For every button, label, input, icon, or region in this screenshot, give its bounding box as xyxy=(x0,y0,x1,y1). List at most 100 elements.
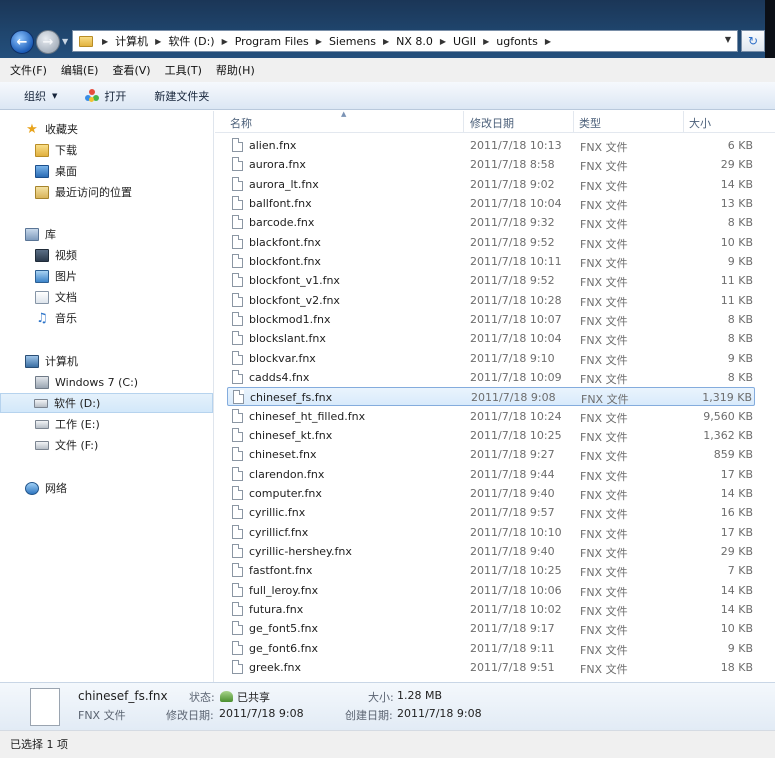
file-row[interactable]: chinesef_ht_filled.fnx 2011/7/18 10:24 FNX… xyxy=(227,407,755,426)
nav-network[interactable]: 网络 xyxy=(0,478,213,498)
back-button[interactable]: ← xyxy=(10,30,34,54)
details-pane: chinesef_fs.fnx FNX 文件 状态: 已共享 修改日期: 201… xyxy=(0,682,775,730)
nav-videos[interactable]: 视频 xyxy=(0,245,213,265)
nav-pictures[interactable]: 图片 xyxy=(0,266,213,286)
column-header-size[interactable]: 大小 xyxy=(689,115,711,131)
file-row[interactable]: aurora.fnx 2011/7/18 8:58 FNX 文件 29 KB xyxy=(227,155,755,174)
file-date: 2011/7/18 10:24 xyxy=(470,409,562,423)
menu-tools[interactable]: 工具(T) xyxy=(165,62,202,78)
forward-button[interactable]: → xyxy=(36,30,60,54)
refresh-button[interactable]: ↻ xyxy=(741,30,765,52)
chevron-right-icon[interactable]: ▶ xyxy=(545,37,551,46)
file-type: FNX 文件 xyxy=(580,508,628,522)
file-row[interactable]: ge_font5.fnx 2011/7/18 9:17 FNX 文件 10 KB xyxy=(227,619,755,638)
network-icon xyxy=(25,481,39,495)
file-row[interactable]: futura.fnx 2011/7/18 10:02 FNX 文件 14 KB xyxy=(227,600,755,619)
details-created-value: 2011/7/18 9:08 xyxy=(397,707,482,720)
new-folder-button[interactable]: 新建文件夹 xyxy=(154,88,209,104)
file-name: cyrillic-hershey.fnx xyxy=(249,544,352,558)
breadcrumb-item-drive-d[interactable]: 软件 (D:) xyxy=(168,33,214,49)
file-row[interactable]: ballfont.fnx 2011/7/18 10:04 FNX 文件 13 KB xyxy=(227,194,755,213)
file-row[interactable]: full_leroy.fnx 2011/7/18 10:06 FNX 文件 14 KB xyxy=(227,581,755,600)
column-header-date[interactable]: 修改日期 xyxy=(470,115,514,131)
file-icon xyxy=(232,505,243,520)
file-date: 2011/7/18 10:25 xyxy=(470,564,562,578)
address-dropdown-icon[interactable]: ▼ xyxy=(725,35,731,44)
file-row[interactable]: blockfont.fnx 2011/7/18 10:11 FNX 文件 9 KB xyxy=(227,252,755,271)
nav-label: 音乐 xyxy=(55,312,77,325)
chevron-right-icon[interactable]: ▶ xyxy=(102,37,108,46)
file-row[interactable]: greek.fnx 2011/7/18 9:51 FNX 文件 18 KB xyxy=(227,658,755,677)
file-row[interactable]: blockfont_v1.fnx 2011/7/18 9:52 FNX 文件 11 K… xyxy=(227,271,755,290)
breadcrumb-item-ugii[interactable]: UGII xyxy=(453,35,476,48)
chevron-right-icon[interactable]: ▶ xyxy=(483,37,489,46)
nav-drive-c[interactable]: Windows 7 (C:) xyxy=(0,372,213,392)
file-type: FNX 文件 xyxy=(580,604,628,618)
file-name: blockfont_v1.fnx xyxy=(249,274,340,288)
file-row[interactable]: blockmod1.fnx 2011/7/18 10:07 FNX 文件 8 KB xyxy=(227,310,755,329)
file-row[interactable]: barcode.fnx 2011/7/18 9:32 FNX 文件 8 KB xyxy=(227,213,755,232)
file-row[interactable]: blockvar.fnx 2011/7/18 9:10 FNX 文件 9 KB xyxy=(227,349,755,368)
chevron-right-icon[interactable]: ▶ xyxy=(316,37,322,46)
file-size: 1,362 KB xyxy=(703,428,753,442)
chevron-right-icon[interactable]: ▶ xyxy=(383,37,389,46)
nav-libraries[interactable]: 库 xyxy=(0,224,213,244)
nav-recent-places[interactable]: 最近访问的位置 xyxy=(0,182,213,202)
file-row[interactable]: chinesef_kt.fnx 2011/7/18 10:25 FNX 文件 1,36… xyxy=(227,426,755,445)
breadcrumb-item-program-files[interactable]: Program Files xyxy=(235,35,309,48)
nav-desktop[interactable]: 桌面 xyxy=(0,161,213,181)
file-row[interactable]: clarendon.fnx 2011/7/18 9:44 FNX 文件 17 KB xyxy=(227,465,755,484)
file-row[interactable]: cadds4.fnx 2011/7/18 10:09 FNX 文件 8 KB xyxy=(227,368,755,387)
nav-documents[interactable]: 文档 xyxy=(0,287,213,307)
menu-edit[interactable]: 编辑(E) xyxy=(61,62,99,78)
open-button[interactable]: 打开 xyxy=(85,88,126,104)
file-icon xyxy=(232,408,243,423)
nav-label: 软件 (D:) xyxy=(54,397,101,410)
file-row[interactable]: fastfont.fnx 2011/7/18 10:25 FNX 文件 7 KB xyxy=(227,561,755,580)
nav-computer[interactable]: 计算机 xyxy=(0,351,213,371)
nav-label: 文档 xyxy=(55,291,77,304)
column-header-name[interactable]: 名称 xyxy=(230,115,252,131)
recent-pages-dropdown-icon[interactable]: ▼ xyxy=(62,37,68,46)
file-size: 14 KB xyxy=(720,583,753,597)
file-row[interactable]: cyrillic-hershey.fnx 2011/7/18 9:40 FNX 文件… xyxy=(227,542,755,561)
breadcrumb-item-siemens[interactable]: Siemens xyxy=(329,35,376,48)
menu-view[interactable]: 查看(V) xyxy=(112,62,150,78)
file-row[interactable]: blackfont.fnx 2011/7/18 9:52 FNX 文件 10 KB xyxy=(227,233,755,252)
chevron-right-icon[interactable]: ▶ xyxy=(222,37,228,46)
breadcrumb-item-computer[interactable]: 计算机 xyxy=(115,33,148,49)
nav-downloads[interactable]: 下载 xyxy=(0,140,213,160)
chevron-right-icon[interactable]: ▶ xyxy=(155,37,161,46)
file-row[interactable]: ge_font6.fnx 2011/7/18 9:11 FNX 文件 9 KB xyxy=(227,639,755,658)
organize-button[interactable]: 组织 ▼ xyxy=(24,88,57,104)
file-row[interactable]: cyrillicf.fnx 2011/7/18 10:10 FNX 文件 17 KB xyxy=(227,523,755,542)
menu-help[interactable]: 帮助(H) xyxy=(216,62,255,78)
address-path[interactable]: ▶ 计算机 ▶ 软件 (D:) ▶ Program Files ▶ Siemen… xyxy=(72,30,738,52)
menu-file[interactable]: 文件(F) xyxy=(10,62,47,78)
file-row[interactable]: chinesef_fs.fnx 2011/7/18 9:08 FNX 文件 1,319… xyxy=(227,387,755,407)
breadcrumb-item-ugfonts[interactable]: ugfonts xyxy=(496,35,538,48)
column-divider[interactable] xyxy=(463,111,464,133)
column-divider[interactable] xyxy=(683,111,684,133)
file-row[interactable]: chineset.fnx 2011/7/18 9:27 FNX 文件 859 KB xyxy=(227,445,755,464)
nav-favorites[interactable]: ★ 收藏夹 xyxy=(0,119,213,139)
file-row[interactable]: cyrillic.fnx 2011/7/18 9:57 FNX 文件 16 KB xyxy=(227,503,755,522)
folder-icon xyxy=(79,35,93,47)
organize-label: 组织 xyxy=(24,89,46,103)
nav-drive-f[interactable]: 文件 (F:) xyxy=(0,435,213,455)
file-row[interactable]: alien.fnx 2011/7/18 10:13 FNX 文件 6 KB xyxy=(227,136,755,155)
nav-drive-e[interactable]: 工作 (E:) xyxy=(0,414,213,434)
details-size-label: 大小: xyxy=(368,691,394,704)
file-size: 18 KB xyxy=(720,660,753,674)
breadcrumb-item-nx[interactable]: NX 8.0 xyxy=(396,35,433,48)
column-header-type[interactable]: 类型 xyxy=(579,115,601,131)
nav-drive-d[interactable]: 软件 (D:) xyxy=(0,393,213,413)
nav-music[interactable]: ♫ 音乐 xyxy=(0,308,213,328)
file-row[interactable]: blockslant.fnx 2011/7/18 10:04 FNX 文件 8 KB xyxy=(227,329,755,348)
file-row[interactable]: blockfont_v2.fnx 2011/7/18 10:28 FNX 文件 11 … xyxy=(227,291,755,310)
file-date: 2011/7/18 9:52 xyxy=(470,235,555,249)
file-row[interactable]: aurora_lt.fnx 2011/7/18 9:02 FNX 文件 14 KB xyxy=(227,175,755,194)
file-row[interactable]: computer.fnx 2011/7/18 9:40 FNX 文件 14 KB xyxy=(227,484,755,503)
column-divider[interactable] xyxy=(573,111,574,133)
chevron-right-icon[interactable]: ▶ xyxy=(440,37,446,46)
